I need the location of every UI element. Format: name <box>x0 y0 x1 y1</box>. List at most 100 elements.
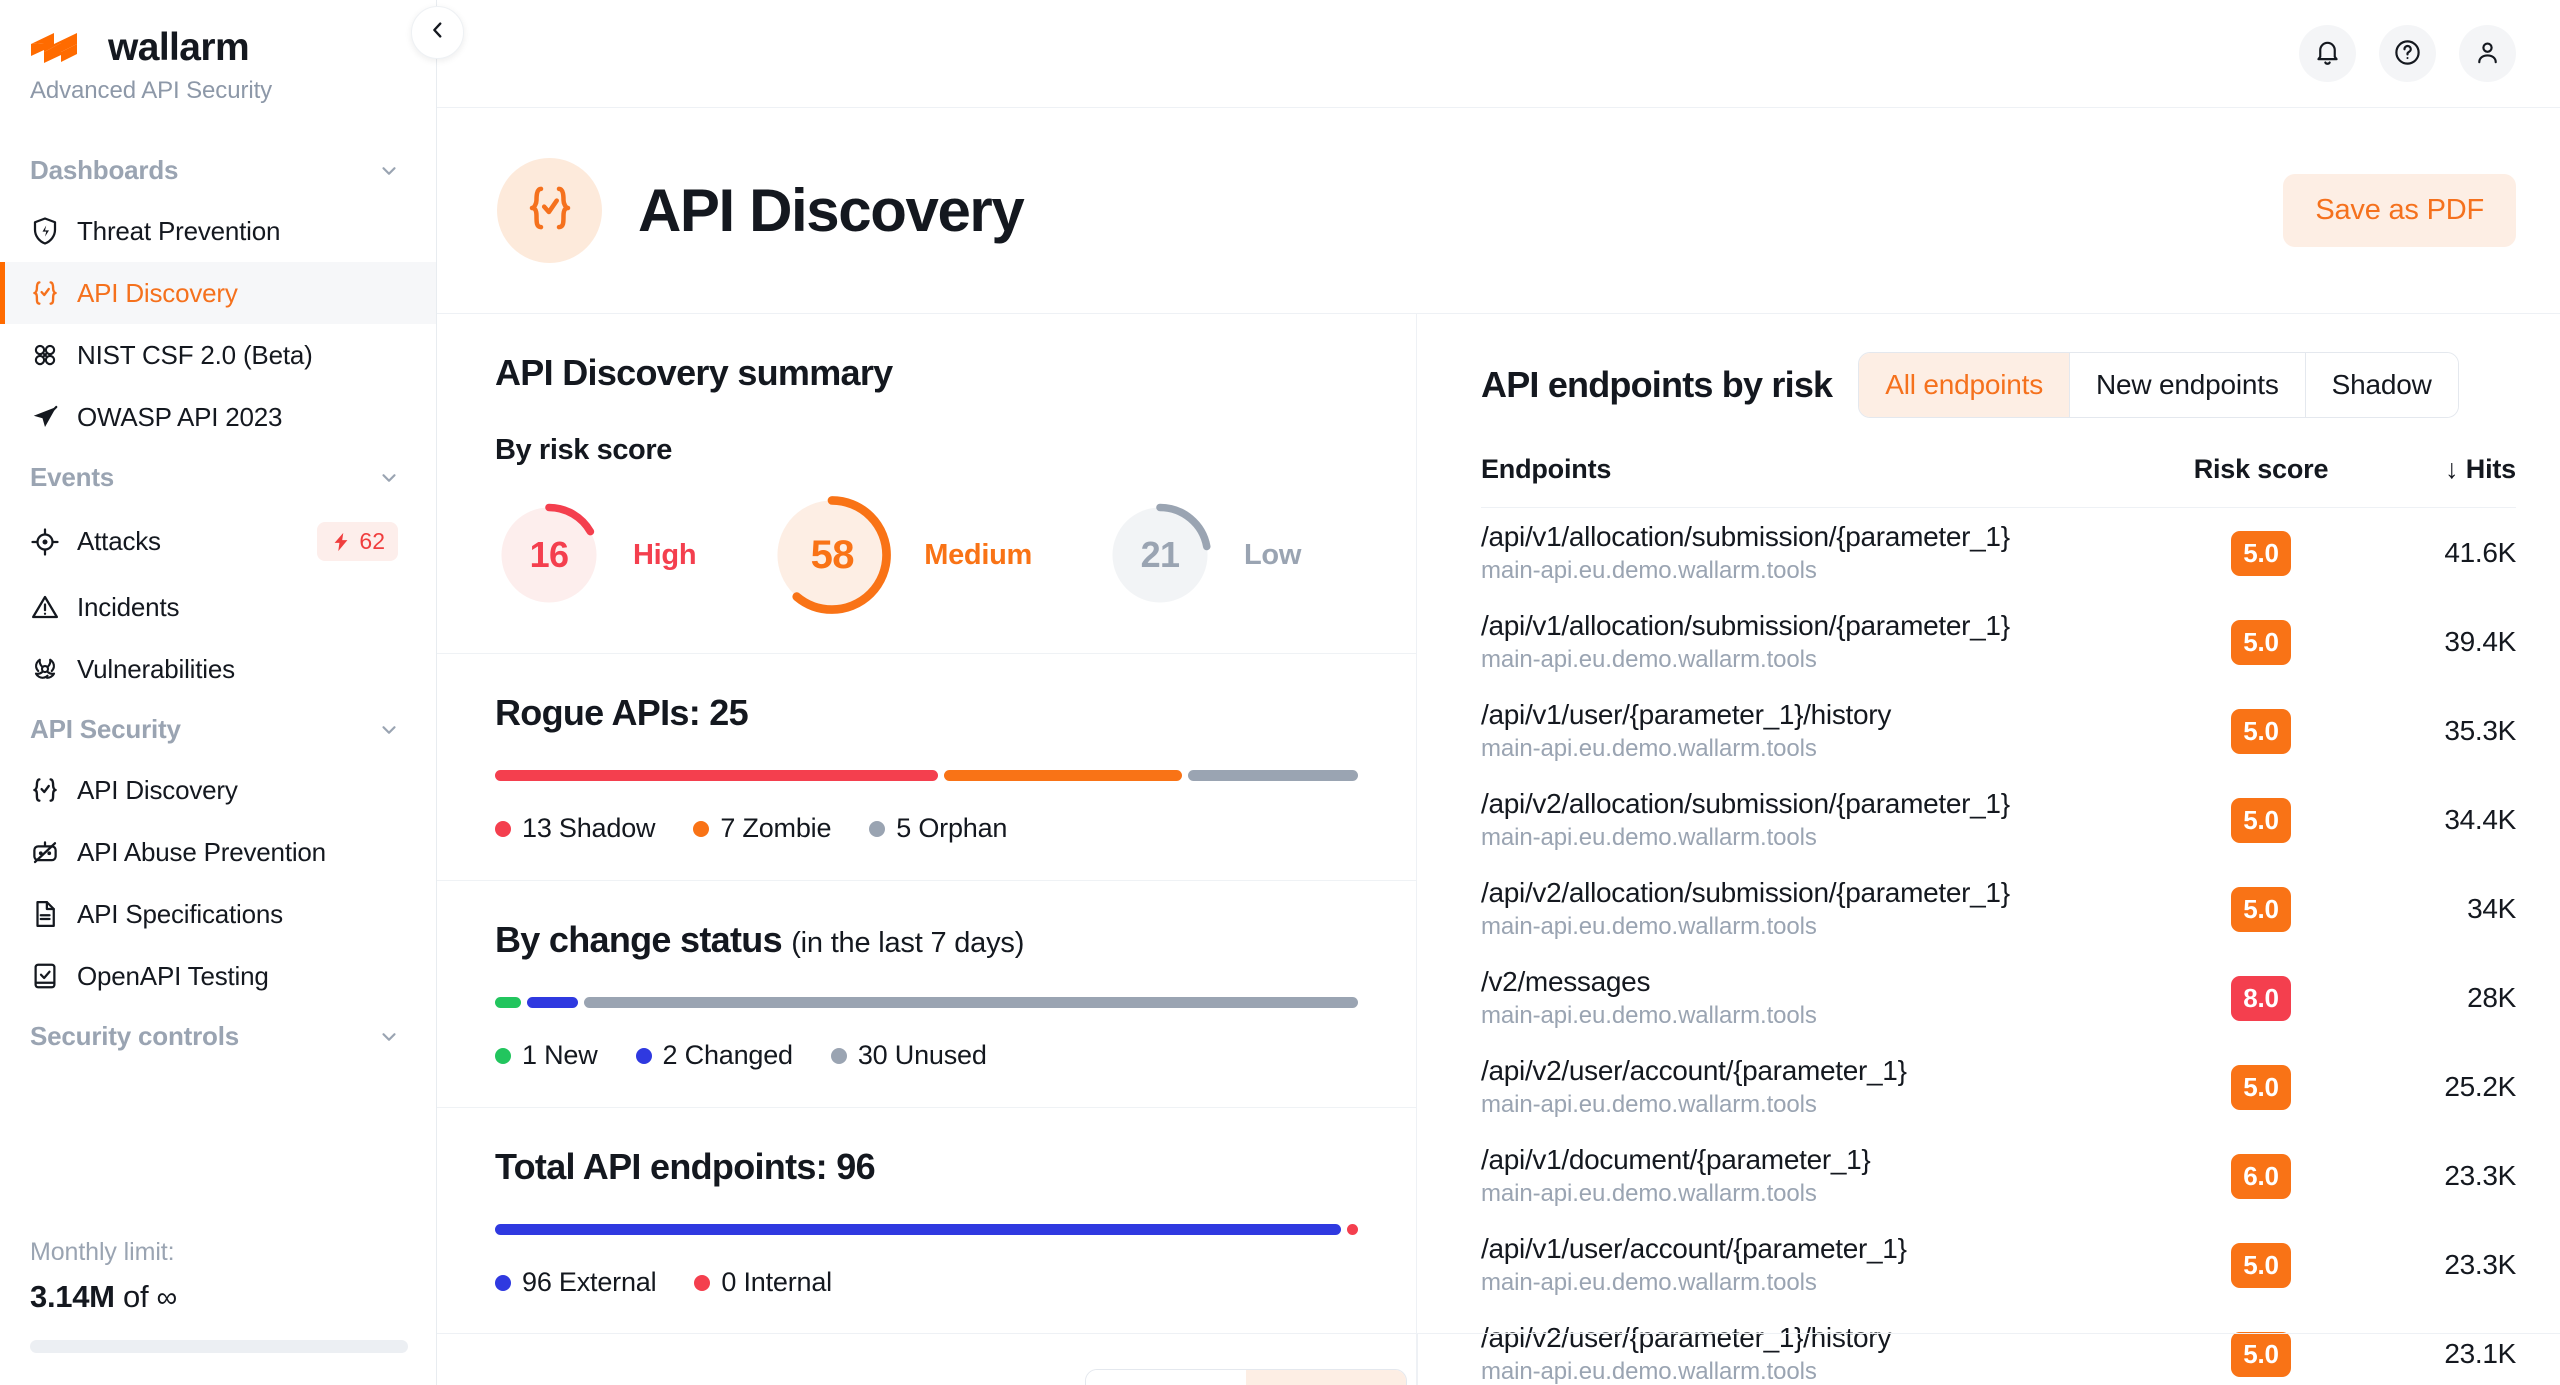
risk-score-cell: 5.0 <box>2156 1309 2366 1385</box>
risk-donut-high[interactable]: 16 High <box>495 501 697 609</box>
sidebar-item-api-specifications[interactable]: API Specifications <box>0 883 436 945</box>
table-row[interactable]: /api/v1/user/{parameter_1}/history main-… <box>1481 686 2516 775</box>
notifications-button[interactable] <box>2299 25 2356 82</box>
main-area: API Discovery Save as PDF API Discovery … <box>437 0 2560 1385</box>
total-endpoints-bar <box>495 1224 1358 1235</box>
sidebar-collapse-button[interactable] <box>411 6 464 59</box>
page-header: API Discovery Save as PDF <box>437 108 2560 314</box>
sidebar-item-vulnerabilities[interactable]: Vulnerabilities <box>0 638 436 700</box>
chevron-down-icon <box>378 719 400 741</box>
legend-item[interactable]: 30 Unused <box>830 1040 987 1071</box>
legend-label: 7 Zombie <box>720 813 832 843</box>
legend-item[interactable]: 5 Orphan <box>869 813 1007 844</box>
endpoint-path: /api/v1/user/account/{parameter_1} <box>1481 1233 1907 1264</box>
sidebar-item-owasp-api[interactable]: OWASP API 2023 <box>0 386 436 448</box>
sidebar-nav: Dashboards Threat Prevention API Discove… <box>0 141 436 1238</box>
wallarm-logo-icon <box>30 31 92 65</box>
legend-dot-orphan <box>869 820 886 837</box>
segment-left[interactable] <box>1086 1370 1246 1385</box>
table-row[interactable]: /api/v2/allocation/submission/{parameter… <box>1481 864 2516 953</box>
sidebar-item-incidents[interactable]: Incidents <box>0 576 436 638</box>
table-row[interactable]: /api/v1/user/account/{parameter_1} main-… <box>1481 1220 2516 1309</box>
legend-item[interactable]: 0 Internal <box>694 1267 832 1298</box>
bar-segment-unused <box>584 997 1358 1008</box>
sidebar-item-nist-csf[interactable]: NIST CSF 2.0 (Beta) <box>0 324 436 386</box>
brand-name: wallarm <box>108 26 250 69</box>
curly-braces-check-icon <box>30 278 60 308</box>
table-row[interactable]: /v2/messages main-api.eu.demo.wallarm.to… <box>1481 953 2516 1042</box>
sidebar-item-label: Threat Prevention <box>77 215 281 246</box>
chevron-left-icon <box>427 19 449 46</box>
sidebar-item-label: API Abuse Prevention <box>77 836 326 867</box>
table-row[interactable]: /api/v1/document/{parameter_1} main-api.… <box>1481 1131 2516 1220</box>
sidebar-item-api-discovery[interactable]: API Discovery <box>0 759 436 821</box>
summary-title: API Discovery summary <box>495 352 893 393</box>
tab-new-endpoints[interactable]: New endpoints <box>2069 353 2305 417</box>
next-section-segmented-control[interactable] <box>1085 1369 1407 1385</box>
legend-dot-shadow <box>495 820 511 837</box>
help-button[interactable] <box>2379 25 2436 82</box>
column-header-hits[interactable]: ↓ Hits <box>2366 454 2516 508</box>
endpoint-host: main-api.eu.demo.wallarm.tools <box>1481 1180 1817 1207</box>
endpoint-host: main-api.eu.demo.wallarm.tools <box>1481 557 1817 584</box>
endpoint-path: /api/v2/allocation/submission/{parameter… <box>1481 877 2010 908</box>
sidebar-group-dashboards[interactable]: Dashboards <box>0 141 436 200</box>
save-as-pdf-button[interactable]: Save as PDF <box>2283 174 2516 247</box>
table-row[interactable]: /api/v2/user/{parameter_1}/history main-… <box>1481 1309 2516 1385</box>
status-badge: 8.0 <box>2231 975 2291 1021</box>
table-row[interactable]: /api/v2/allocation/submission/{parameter… <box>1481 775 2516 864</box>
status-badge: 5.0 <box>2231 1331 2291 1377</box>
sidebar-item-api-abuse-prevention[interactable]: API Abuse Prevention <box>0 821 436 883</box>
risk-score-cell: 8.0 <box>2156 953 2366 1042</box>
segment-right-selected[interactable] <box>1246 1370 1406 1385</box>
risk-score-cell: 5.0 <box>2156 1042 2366 1131</box>
endpoints-filter-tabs: All endpoints New endpoints Shadow <box>1858 352 2459 418</box>
legend-label: 30 Unused <box>857 1040 987 1070</box>
change-status-subtitle: (in the last 7 days) <box>791 927 1025 959</box>
tab-all-endpoints[interactable]: All endpoints <box>1859 353 2070 417</box>
sidebar-item-threat-prevention[interactable]: Threat Prevention <box>0 200 436 262</box>
legend-dot-internal <box>694 1274 711 1291</box>
sidebar-group-events[interactable]: Events <box>0 448 436 507</box>
risk-score-cell: 5.0 <box>2156 775 2366 864</box>
legend-dot-unused <box>830 1047 847 1064</box>
risk-donut-low[interactable]: 21 Low <box>1106 501 1301 609</box>
legend-item[interactable]: 7 Zombie <box>693 813 831 844</box>
sidebar-group-security-controls[interactable]: Security controls <box>0 1007 436 1066</box>
robot-off-icon <box>30 837 60 867</box>
risk-donut-ring: 21 <box>1106 501 1214 609</box>
column-header-endpoints[interactable]: Endpoints <box>1481 454 2156 508</box>
table-row[interactable]: /api/v2/user/account/{parameter_1} main-… <box>1481 1042 2516 1131</box>
sidebar-group-api-security[interactable]: API Security <box>0 700 436 759</box>
sidebar-item-attacks[interactable]: Attacks 62 <box>0 507 436 576</box>
legend-item[interactable]: 96 External <box>495 1267 657 1298</box>
bar-segment-changed <box>526 997 579 1008</box>
sidebar-item-label: Attacks <box>77 526 161 556</box>
change-status-bar <box>495 997 1358 1008</box>
endpoint-cell: /api/v2/allocation/submission/{parameter… <box>1481 864 2156 953</box>
arrow-down-icon: ↓ <box>2445 454 2459 484</box>
sidebar-item-label: OpenAPI Testing <box>77 960 269 991</box>
legend-label: 0 Internal <box>721 1267 832 1297</box>
column-header-hits-label: Hits <box>2465 454 2516 484</box>
tab-shadow[interactable]: Shadow <box>2304 353 2458 417</box>
endpoints-table-body: /api/v1/allocation/submission/{parameter… <box>1481 508 2516 1385</box>
column-header-risk-score[interactable]: Risk score <box>2156 454 2366 508</box>
endpoint-cell: /api/v1/user/account/{parameter_1} main-… <box>1481 1220 2156 1309</box>
legend-item[interactable]: 2 Changed <box>635 1040 793 1071</box>
hits-cell: 34K <box>2467 893 2516 924</box>
table-row[interactable]: /api/v1/allocation/submission/{parameter… <box>1481 508 2516 598</box>
endpoint-path: /api/v1/user/{parameter_1}/history <box>1481 699 1892 730</box>
sidebar-item-label: Incidents <box>77 591 180 622</box>
biohazard-icon <box>30 654 60 684</box>
status-badge: 5.0 <box>2231 797 2291 843</box>
sidebar-item-api-discovery-dashboard[interactable]: API Discovery <box>0 262 436 324</box>
risk-donut-value: 21 <box>1140 534 1180 575</box>
table-row[interactable]: /api/v1/allocation/submission/{parameter… <box>1481 597 2516 686</box>
sidebar-item-openapi-testing[interactable]: OpenAPI Testing <box>0 945 436 1007</box>
risk-donut-medium[interactable]: 58 Medium <box>770 493 1032 617</box>
account-button[interactable] <box>2459 25 2516 82</box>
legend-item[interactable]: 1 New <box>495 1040 598 1071</box>
status-badge: 6.0 <box>2231 1153 2291 1199</box>
legend-item[interactable]: 13 Shadow <box>495 813 656 844</box>
